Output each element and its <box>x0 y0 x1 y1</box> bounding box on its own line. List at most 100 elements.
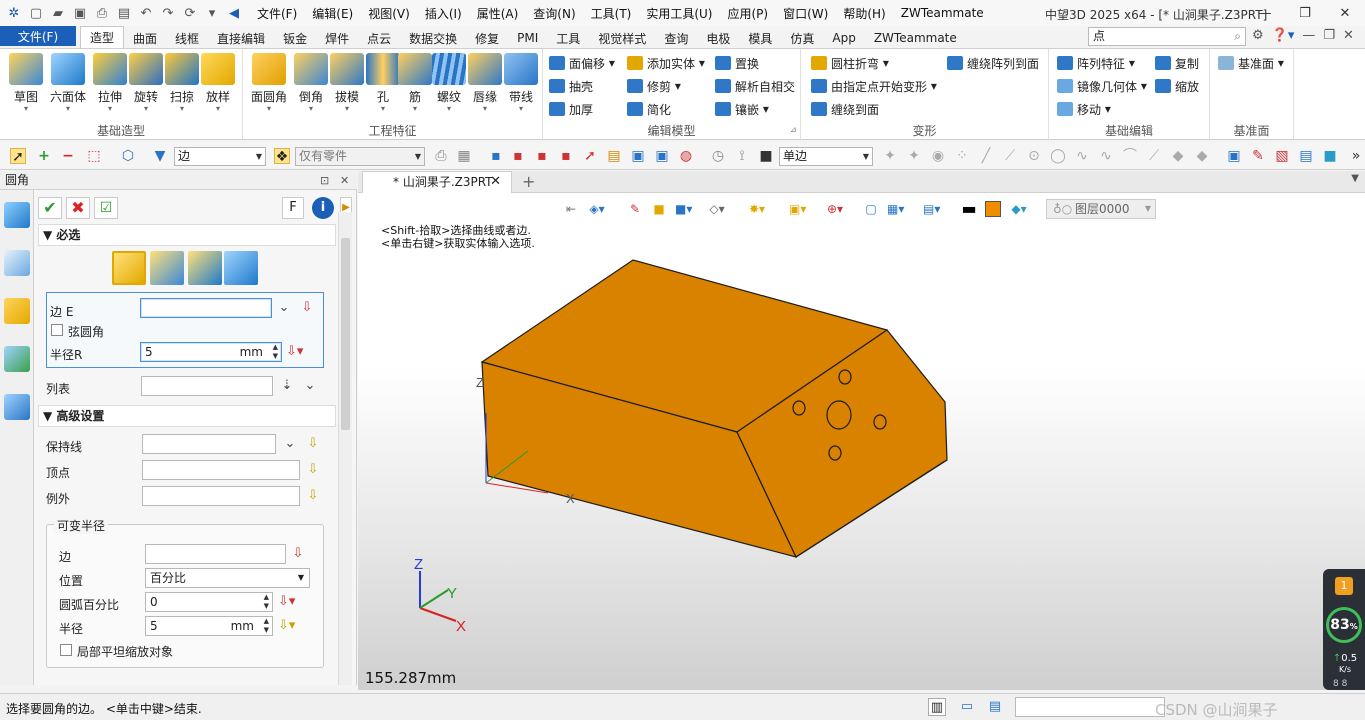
edge-input[interactable] <box>140 298 272 318</box>
var-radius-pick-icon[interactable]: ⇩▾ <box>278 618 295 634</box>
close-button[interactable]: ✕ <box>1325 0 1365 26</box>
offset-face-button[interactable]: 面偏移 ▾ <box>549 53 615 73</box>
system-monitor-widget[interactable]: 1 83% ↑0.5 K/s 8 8 <box>1323 569 1365 690</box>
add-icon[interactable]: + <box>36 148 52 164</box>
part-tab-icon[interactable] <box>4 298 30 324</box>
add-solid-button[interactable]: 添加实体 ▾ <box>627 53 705 73</box>
menu-utilities[interactable]: 实用工具(U) <box>646 5 712 22</box>
face-fillet-button[interactable]: 面圆角 ▾ <box>249 53 289 113</box>
snap-13-icon[interactable]: ◆ <box>1170 148 1186 164</box>
display-icon[interactable]: ▤ <box>1298 148 1314 164</box>
tab-simulation[interactable]: 仿真 <box>781 28 823 48</box>
cylinder-bend-button[interactable]: 圆柱折弯 ▾ <box>811 53 889 73</box>
chain-icon[interactable]: ⟟ <box>734 148 750 164</box>
document-tab[interactable]: * 山涧果子.Z3PRT ✕ <box>362 171 512 193</box>
open-folder-icon[interactable]: ▰ <box>50 5 66 21</box>
command-search-input[interactable]: 点 ⌕ <box>1088 27 1246 46</box>
panel-scrollbar-thumb[interactable] <box>341 238 350 430</box>
new-document-tab-icon[interactable]: + <box>522 172 535 191</box>
fillet-type-full-icon[interactable] <box>224 251 258 285</box>
print-icon[interactable]: ⎙ <box>94 5 110 21</box>
snap-3-icon[interactable]: ◉ <box>930 148 946 164</box>
tab-electrode[interactable]: 电极 <box>697 28 739 48</box>
wrap-to-face-button[interactable]: 缠绕到面 <box>811 99 879 119</box>
arc-percent-input[interactable]: 0 ▲ ▼ <box>145 592 273 612</box>
marker-icon[interactable]: ✎ <box>1250 148 1266 164</box>
thicken-button[interactable]: 加厚 <box>549 99 593 119</box>
fillet-type-face-icon[interactable] <box>150 251 184 285</box>
exception-pick-icon[interactable]: ⇩ <box>305 488 321 504</box>
tab-surface[interactable]: 曲面 <box>124 28 166 48</box>
extrude-button[interactable]: 拉伸 ▾ <box>90 53 130 113</box>
restore-button[interactable]: ❐ <box>1285 0 1325 26</box>
menu-insert[interactable]: 插入(I) <box>425 5 462 22</box>
box-button[interactable]: 六面体 ▾ <box>48 53 88 113</box>
edge-pick-icon[interactable]: ⇩ <box>299 300 315 316</box>
chord-fillet-checkbox[interactable] <box>51 324 63 336</box>
view-tab-icon[interactable] <box>4 346 30 372</box>
toolbar-overflow-icon[interactable]: » <box>1348 148 1364 164</box>
status-layout-3-icon[interactable]: ▤ <box>986 698 1004 716</box>
remove-icon[interactable]: − <box>60 148 76 164</box>
position-select[interactable]: 百分比 ▼ <box>145 568 310 588</box>
snap-1-icon[interactable]: ✦ <box>882 148 898 164</box>
arc-percent-pick-icon[interactable]: ⇩▾ <box>278 594 295 610</box>
emboss-button[interactable]: 镶嵌 ▾ <box>715 99 769 119</box>
snap-12-icon[interactable]: ⟋ <box>1146 148 1162 164</box>
tab-repair[interactable]: 修复 <box>466 28 508 48</box>
var-edge-input[interactable] <box>145 544 286 564</box>
tab-mold[interactable]: 模具 <box>739 28 781 48</box>
tab-zwteammate[interactable]: ZWTeammate <box>865 28 966 48</box>
snap-2-icon[interactable]: ✦ <box>906 148 922 164</box>
list-input[interactable] <box>141 376 273 396</box>
menu-help[interactable]: 帮助(H) <box>843 5 885 22</box>
menu-window[interactable]: 窗口(W) <box>783 5 828 22</box>
select-arrow-icon[interactable]: ➚ <box>10 148 26 165</box>
replace-button[interactable]: 置换 <box>715 53 759 73</box>
shaded-box-icon[interactable]: ■ <box>1322 148 1338 164</box>
shell-button[interactable]: 抽壳 <box>549 76 593 96</box>
quick-access-dropdown-icon[interactable]: ▾ <box>204 5 220 21</box>
keep-line-input[interactable] <box>142 434 276 454</box>
collapse-left-icon[interactable]: ◀ <box>226 5 242 21</box>
status-layout-1-icon[interactable]: ▥ <box>928 698 946 716</box>
lasso-select-icon[interactable]: ⬡ <box>120 148 136 164</box>
status-layout-2-icon[interactable]: ▭ <box>958 698 976 716</box>
minimize-button[interactable]: — <box>1245 0 1285 26</box>
pick-option-9-icon[interactable]: ◍ <box>678 148 694 164</box>
menu-zwteammate[interactable]: ZWTeammate <box>901 6 984 20</box>
thread-button[interactable]: 螺纹 ▾ <box>429 53 469 113</box>
document-tab-close-icon[interactable]: ✕ <box>490 172 501 192</box>
ribbon-close-icon[interactable]: ✕ <box>1343 28 1354 43</box>
pick-tool-icon[interactable]: ▦ <box>456 148 472 164</box>
tab-point-cloud[interactable]: 点云 <box>358 28 400 48</box>
tab-query[interactable]: 查询 <box>655 28 697 48</box>
move-button[interactable]: 移动 ▾ <box>1057 99 1111 119</box>
draft-button[interactable]: 拔模 ▾ <box>327 53 367 113</box>
tab-weldment[interactable]: 焊件 <box>316 28 358 48</box>
filter-select[interactable]: 边 ▼ <box>174 147 266 166</box>
menu-view[interactable]: 视图(V) <box>368 5 410 22</box>
pick-option-5-icon[interactable]: ➚ <box>582 148 598 164</box>
advanced-section-header[interactable]: ▼ 高级设置 <box>38 405 336 427</box>
tab-pmi[interactable]: PMI <box>508 28 547 48</box>
menu-attribute[interactable]: 属性(A) <box>477 5 519 22</box>
refresh-icon[interactable]: ⟳ <box>182 5 198 21</box>
snap-7-icon[interactable]: ⊙ <box>1026 148 1042 164</box>
menu-tools[interactable]: 工具(T) <box>591 5 632 22</box>
exception-input[interactable] <box>142 486 300 506</box>
history-tree-tab-icon[interactable] <box>4 250 30 276</box>
save-icon[interactable]: ▣ <box>72 5 88 21</box>
deform-from-point-button[interactable]: 由指定点开始变形 ▾ <box>811 76 937 96</box>
feature-tab-icon[interactable] <box>4 202 30 228</box>
revolve-button[interactable]: 旋转 ▾ <box>126 53 166 113</box>
user-tab-icon[interactable] <box>4 394 30 420</box>
cancel-x-icon[interactable]: ✖ <box>66 197 90 219</box>
snap-6-icon[interactable]: ⟋ <box>1002 148 1018 164</box>
tab-data-exchange[interactable]: 数据交换 <box>400 28 466 48</box>
undo-icon[interactable]: ↶ <box>138 5 154 21</box>
pick-option-6-icon[interactable]: ▤ <box>606 148 622 164</box>
pick-option-7-icon[interactable]: ▣ <box>630 148 646 164</box>
trim-button[interactable]: 修剪 ▾ <box>627 76 681 96</box>
menu-query[interactable]: 查询(N) <box>533 5 575 22</box>
